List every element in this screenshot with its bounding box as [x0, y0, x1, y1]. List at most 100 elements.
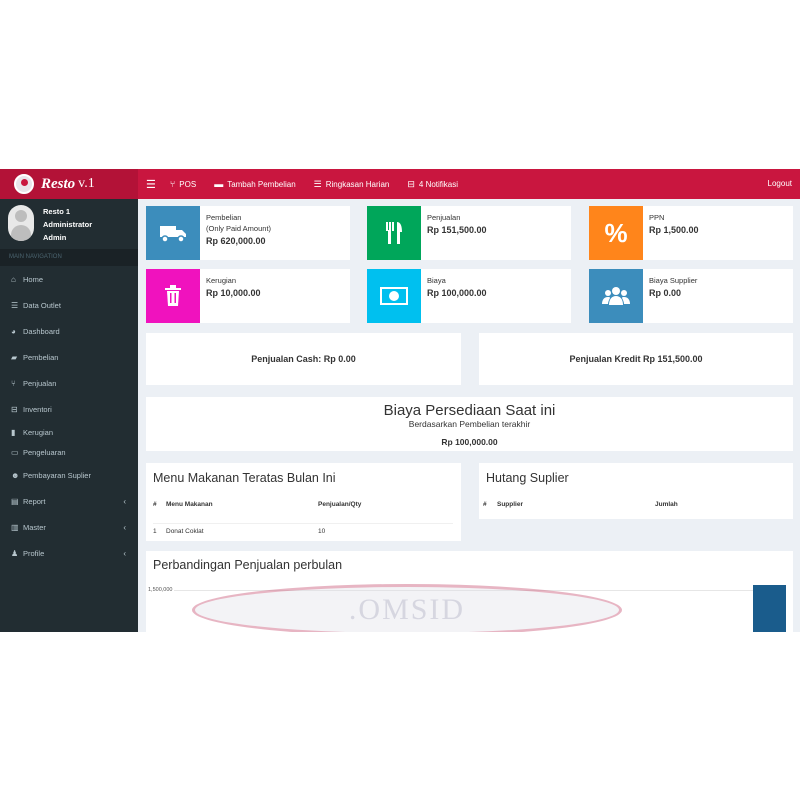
monthly-chart-title: Perbandingan Penjualan perbulan [153, 558, 343, 572]
sidebar-item-label: Dashboard [23, 326, 60, 336]
car-icon: ▬ [214, 179, 224, 189]
avatar [8, 205, 34, 241]
nav-notifikasi-label: 4 Notifikasi [418, 179, 459, 189]
sales-cash-box: Penjualan Cash: Rp 0.00 [146, 333, 461, 385]
user-role: Administrator [43, 220, 93, 229]
nav-pos-label: POS [179, 179, 197, 189]
sidebar-item-penjualan[interactable]: ⑂ Penjualan [0, 370, 138, 396]
cell-menu: Donat Coklat [166, 528, 204, 535]
logout-link[interactable]: Logout [768, 169, 792, 199]
info-box-sub: (Only Paid Amount) [206, 224, 272, 233]
info-box-value: Rp 10,000.00 [206, 288, 261, 298]
inventory-cost-title: Biaya Persediaan Saat ini [383, 402, 556, 419]
top-bar: Resto v.1 ☰ ⑂ POS ▬ Tambah Pembelian ☰ R… [0, 169, 800, 199]
brand-logo-icon [14, 174, 34, 194]
sidebar-item-master[interactable]: ▥ Master ‹ [0, 514, 138, 540]
info-box-text: Biaya Rp 100,000.00 [427, 275, 487, 299]
info-box-value: Rp 0.00 [649, 288, 682, 298]
sidebar-item-kerugian[interactable]: ▮ Kerugian [0, 422, 138, 442]
nav-pos[interactable]: ⑂ POS [170, 179, 196, 189]
sidebar-item-dashboard[interactable]: ◕ Dashboard [0, 318, 138, 344]
list-icon: ☰ [11, 300, 19, 310]
cutlery-icon [367, 206, 421, 260]
users-icon: ☻ [11, 470, 20, 480]
info-box-text: Penjualan Rp 151,500.00 [427, 212, 487, 236]
money-icon: ▭ [11, 447, 19, 457]
info-box-value: Rp 1,500.00 [649, 225, 699, 235]
chevron-left-icon: ‹ [123, 522, 126, 532]
user-info: Resto 1 Administrator Admin [43, 205, 92, 244]
supplier-debt-title: Hutang Suplier [486, 471, 569, 485]
col-header-no: # [153, 501, 157, 508]
app-window: Resto v.1 ☰ ⑂ POS ▬ Tambah Pembelian ☰ R… [0, 169, 800, 632]
nav-ringkasan-harian[interactable]: ☰ Ringkasan Harian [314, 179, 390, 190]
nav-notifikasi[interactable]: ⊟ 4 Notifikasi [407, 179, 458, 190]
inbox-icon: ⊟ [407, 178, 415, 189]
info-box-text: PPN Rp 1,500.00 [649, 212, 699, 236]
col-header-menu: Menu Makanan [166, 501, 213, 508]
main-content: Pembelian (Only Paid Amount) Rp 620,000.… [138, 199, 800, 632]
sidebar-menu: ⌂ Home ☰ Data Outlet ◕ Dashboard ▰ Pembelian… [0, 266, 138, 566]
info-box-biaya: Biaya Rp 100,000.00 [367, 269, 571, 323]
list-icon: ☰ [313, 178, 322, 189]
info-box-ppn: % PPN Rp 1,500.00 [589, 206, 793, 260]
sidebar-item-label: Pengeluaran [23, 447, 66, 457]
info-box-label: Biaya [427, 276, 446, 285]
brand-name: Resto [41, 175, 76, 192]
nav-ringkasan-harian-label: Ringkasan Harian [325, 179, 390, 189]
sidebar-item-profile[interactable]: ♟ Profile ‹ [0, 540, 138, 566]
sidebar-item-home[interactable]: ⌂ Home [0, 266, 138, 292]
sidebar-item-report[interactable]: ▤ Report ‹ [0, 488, 138, 514]
sidebar-item-inventori[interactable]: ⊟ Inventori [0, 396, 138, 422]
cutlery-icon: ⑂ [169, 179, 176, 189]
info-box-text: Kerugian Rp 10,000.00 [206, 275, 261, 299]
watermark: .OMSID [192, 584, 622, 632]
sidebar-item-data-outlet[interactable]: ☰ Data Outlet [0, 292, 138, 318]
info-box-text: Pembelian (Only Paid Amount) Rp 620,000.… [206, 212, 271, 247]
truck-icon [146, 206, 200, 260]
money-icon [367, 269, 421, 323]
nav-tambah-pembelian[interactable]: ▬ Tambah Pembelian [214, 179, 295, 189]
cell-qty: 10 [318, 528, 326, 535]
database-icon: ▥ [11, 522, 19, 532]
info-box-label: PPN [649, 213, 665, 222]
info-box-label: Pembelian [206, 213, 242, 222]
info-box-value: Rp 151,500.00 [427, 225, 487, 235]
info-box-text: Biaya Supplier Rp 0.00 [649, 275, 697, 299]
monthly-chart-box: Perbandingan Penjualan perbulan 1,500,00… [146, 551, 793, 632]
sidebar-item-label: Inventori [23, 404, 52, 414]
sidebar-item-label: Pembayaran Suplier [23, 470, 91, 480]
col-header-supplier: Supplier [497, 501, 524, 508]
trash-icon [146, 269, 200, 323]
sidebar-item-label: Pembelian [23, 352, 59, 362]
info-box-pembelian: Pembelian (Only Paid Amount) Rp 620,000.… [146, 206, 350, 260]
sidebar-item-pengeluaran[interactable]: ▭ Pengeluaran [0, 442, 138, 462]
col-header-no: # [483, 501, 487, 508]
menu-toggle-icon[interactable]: ☰ [146, 178, 156, 191]
user-icon: ♟ [11, 548, 19, 558]
top-menu-table: # Menu Makanan Penjualan/Qty 1 Donat Cok… [153, 501, 453, 537]
info-box-label: Biaya Supplier [649, 276, 698, 285]
trash-icon: ▮ [11, 427, 16, 437]
sidebar-item-label: Home [23, 274, 44, 284]
top-menu-box: Menu Makanan Teratas Bulan Ini # Menu Ma… [146, 463, 461, 541]
inventory-cost-subtitle: Berdasarkan Pembelian terakhir [408, 419, 531, 429]
home-icon: ⌂ [11, 274, 16, 284]
chevron-left-icon: ‹ [123, 548, 126, 558]
sidebar-item-label: Profile [23, 548, 45, 558]
table-header: # Menu Makanan Penjualan/Qty [153, 501, 453, 523]
top-nav: ☰ ⑂ POS ▬ Tambah Pembelian ☰ Ringkasan H… [146, 169, 476, 199]
dashboard-icon: ◕ [11, 326, 16, 336]
sidebar-item-pembelian[interactable]: ▰ Pembelian [0, 344, 138, 370]
inventory-cost-box: Biaya Persediaan Saat ini Berdasarkan Pe… [146, 397, 793, 451]
sales-credit-box: Penjualan Kredit Rp 151,500.00 [479, 333, 793, 385]
nav-tambah-pembelian-label: Tambah Pembelian [227, 179, 296, 189]
user-name: Resto 1 [43, 207, 71, 216]
table-row: 1 Donat Coklat 10 [153, 523, 453, 537]
supplier-debt-box: Hutang Suplier # Supplier Jumlah [479, 463, 793, 519]
sidebar-item-pembayaran-suplier[interactable]: ☻ Pembayaran Suplier [0, 462, 138, 488]
brand[interactable]: Resto v.1 [0, 169, 138, 199]
info-box-kerugian: Kerugian Rp 10,000.00 [146, 269, 350, 323]
info-box-label: Penjualan [427, 213, 461, 222]
chart-bar [753, 585, 786, 632]
